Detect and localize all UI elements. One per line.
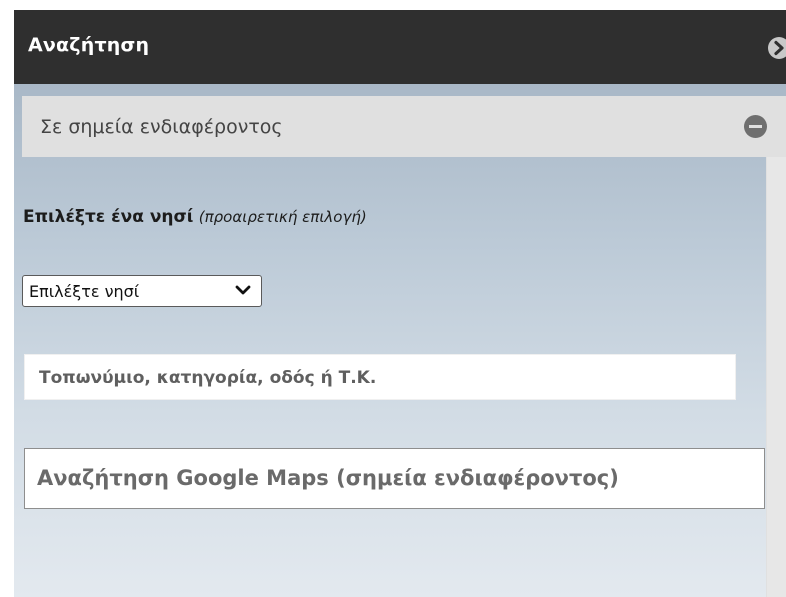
panel-title: Αναζήτηση	[28, 34, 150, 56]
chevron-right-circle-icon[interactable]	[768, 37, 786, 59]
google-maps-search-input[interactable]: Αναζήτηση Google Maps (σημεία ενδιαφέρον…	[24, 448, 765, 509]
place-search-placeholder: Τοπωνύμιο, κατηγορία, οδός ή Τ.Κ.	[39, 368, 377, 388]
google-maps-search-placeholder: Αναζήτηση Google Maps (σημεία ενδιαφέρον…	[37, 466, 619, 490]
island-label-note: (προαιρετική επιλογή)	[198, 208, 367, 226]
section-title: Σε σημεία ενδιαφέροντος	[40, 116, 283, 138]
search-panel-body: Σε σημεία ενδιαφέροντος Επιλέξτε ένα νησ…	[14, 84, 786, 597]
island-select-value: Επιλέξτε νησί	[29, 282, 140, 301]
poi-section-header[interactable]: Σε σημεία ενδιαφέροντος	[22, 96, 786, 157]
chevron-down-icon	[235, 285, 251, 295]
island-label-main: Επιλέξτε ένα νησί	[23, 207, 194, 227]
search-panel-header: Αναζήτηση	[14, 10, 786, 84]
minus-circle-icon[interactable]	[744, 115, 767, 138]
island-label: Επιλέξτε ένα νησί (προαιρετική επιλογή)	[23, 207, 367, 227]
scrollbar[interactable]	[766, 157, 786, 597]
chevron-right-glyph	[774, 40, 784, 56]
island-select[interactable]: Επιλέξτε νησί	[22, 275, 262, 307]
place-search-input[interactable]: Τοπωνύμιο, κατηγορία, οδός ή Τ.Κ.	[24, 354, 736, 400]
